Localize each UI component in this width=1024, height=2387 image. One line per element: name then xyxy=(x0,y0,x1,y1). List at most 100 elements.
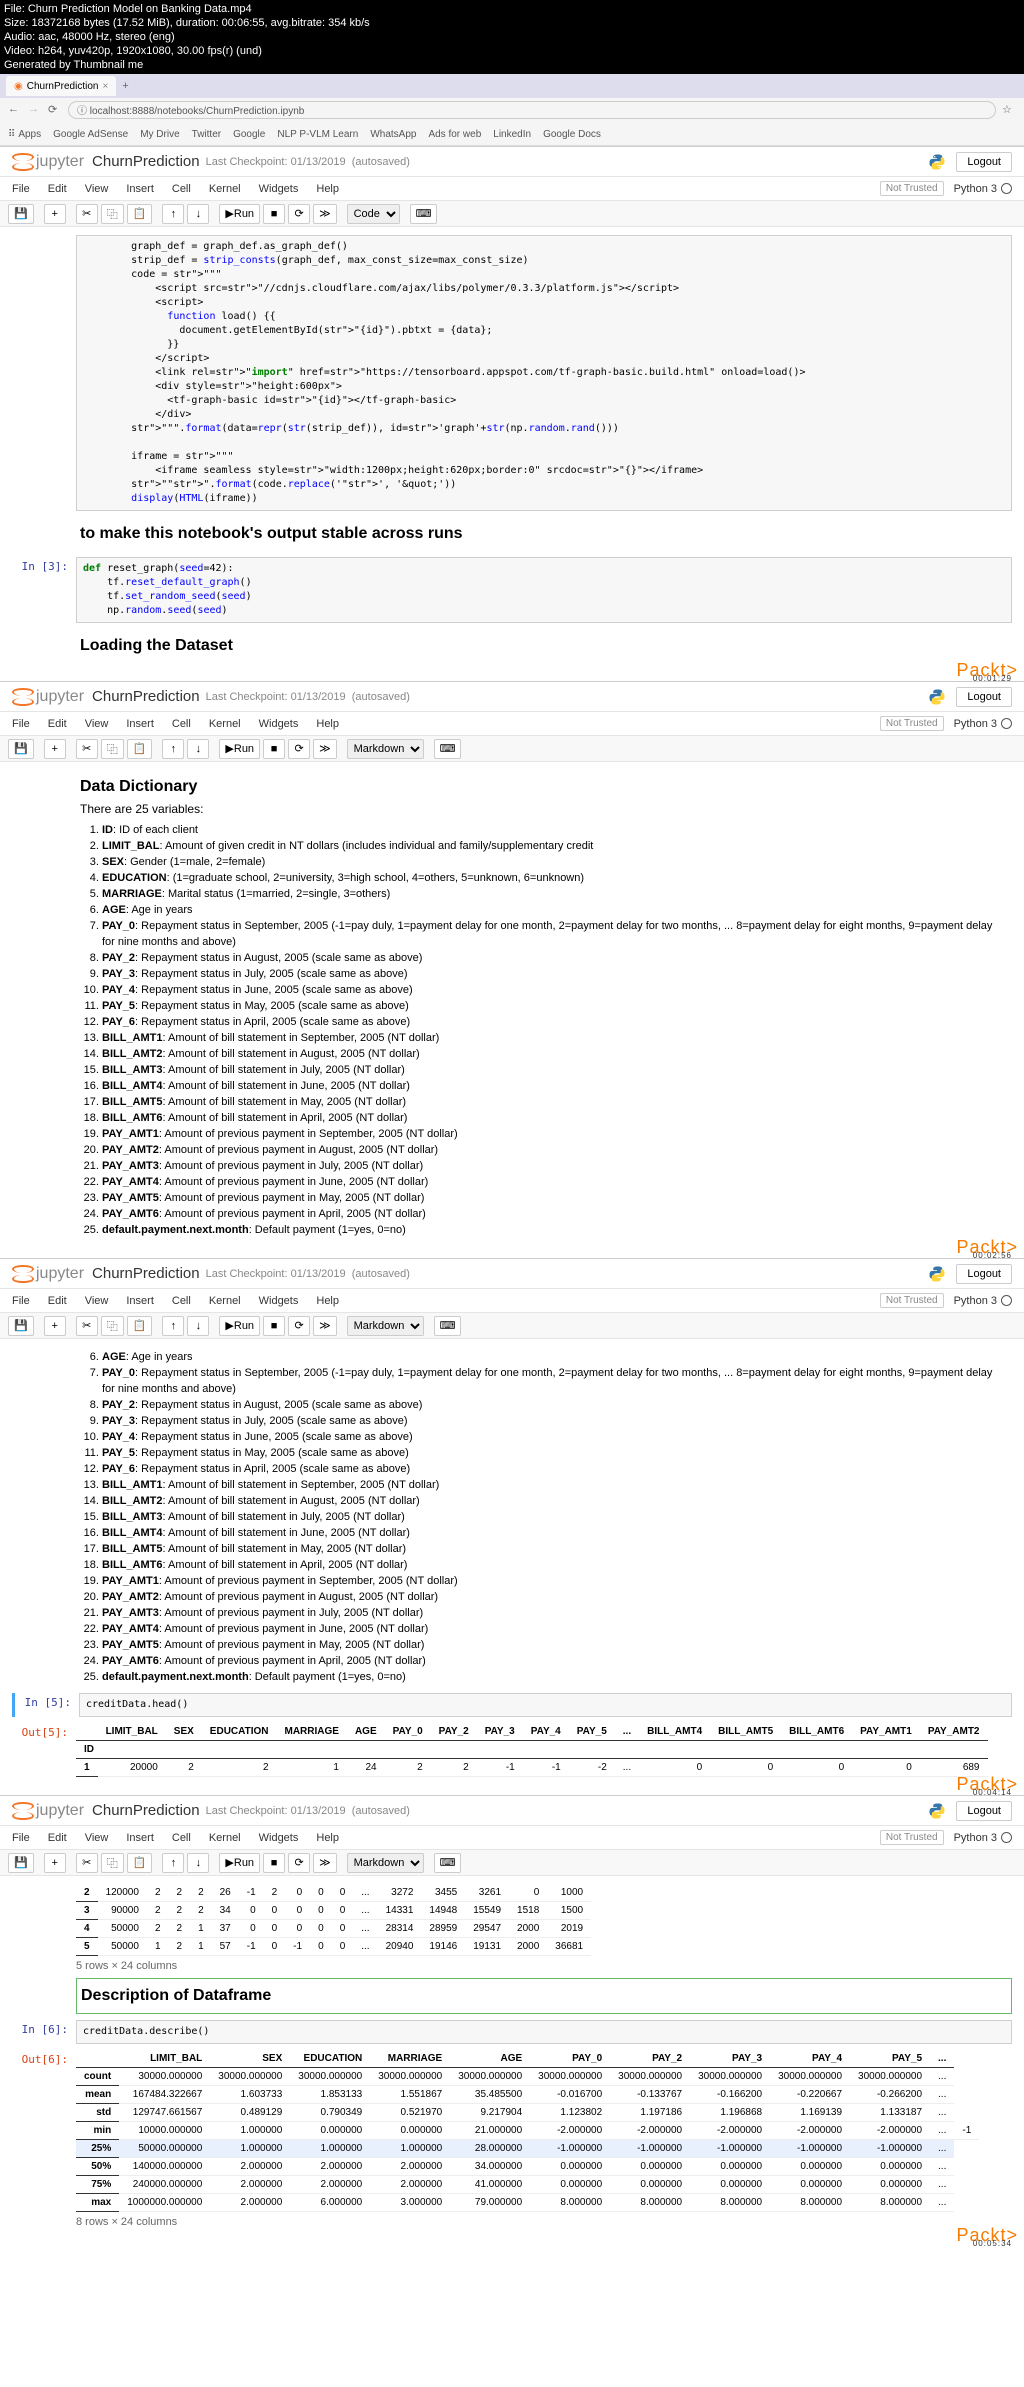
menu-file[interactable]: File xyxy=(12,183,30,195)
command-palette-button[interactable]: ⌨ xyxy=(434,739,462,759)
menu-kernel[interactable]: Kernel xyxy=(209,1295,241,1307)
restart-button[interactable]: ⟳ xyxy=(288,1853,310,1873)
menu-cell[interactable]: Cell xyxy=(172,718,191,730)
restart-run-button[interactable]: ≫ xyxy=(313,1853,337,1873)
code-content[interactable]: graph_def = graph_def.as_graph_def() str… xyxy=(76,235,1012,511)
stop-button[interactable]: ■ xyxy=(263,739,285,759)
run-button[interactable]: ▶ Run xyxy=(219,204,260,224)
cell-type-select[interactable]: Markdown xyxy=(347,1853,424,1873)
stop-button[interactable]: ■ xyxy=(263,1316,285,1336)
menu-widgets[interactable]: Widgets xyxy=(259,183,299,195)
menu-help[interactable]: Help xyxy=(316,718,339,730)
move-down-button[interactable]: ↓ xyxy=(187,739,209,759)
menu-cell[interactable]: Cell xyxy=(172,183,191,195)
jupyter-logo[interactable]: jupyter xyxy=(12,151,84,173)
new-tab-icon[interactable]: + xyxy=(116,80,134,92)
menu-edit[interactable]: Edit xyxy=(48,1832,67,1844)
kernel-indicator[interactable]: Python 3 xyxy=(954,1832,1012,1844)
bookmark-item[interactable]: My Drive xyxy=(140,129,179,140)
save-button[interactable]: 💾 xyxy=(8,204,34,224)
copy-button[interactable]: ⿻ xyxy=(101,1853,124,1873)
stop-button[interactable]: ■ xyxy=(263,1853,285,1873)
menu-file[interactable]: File xyxy=(12,718,30,730)
command-palette-button[interactable]: ⌨ xyxy=(410,204,438,224)
trust-indicator[interactable]: Not Trusted xyxy=(880,1830,944,1845)
star-icon[interactable]: ☆ xyxy=(1002,103,1016,117)
menu-cell[interactable]: Cell xyxy=(172,1832,191,1844)
add-cell-button[interactable]: + xyxy=(44,1316,66,1336)
add-cell-button[interactable]: + xyxy=(44,1853,66,1873)
bookmark-item[interactable]: NLP P-VLM Learn xyxy=(277,129,358,140)
reload-icon[interactable]: ⟳ xyxy=(48,103,62,117)
paste-button[interactable]: 📋 xyxy=(127,739,153,759)
menu-view[interactable]: View xyxy=(85,1295,109,1307)
bookmark-item[interactable]: Twitter xyxy=(192,129,221,140)
cut-button[interactable]: ✂ xyxy=(76,1853,98,1873)
cell-type-select[interactable]: Code xyxy=(347,204,400,224)
jupyter-logo[interactable]: jupyter xyxy=(12,1263,84,1285)
notebook-title[interactable]: ChurnPrediction xyxy=(92,1265,200,1282)
move-up-button[interactable]: ↑ xyxy=(162,739,184,759)
menu-widgets[interactable]: Widgets xyxy=(259,718,299,730)
code-cell[interactable]: graph_def = graph_def.as_graph_def() str… xyxy=(12,235,1012,511)
menu-help[interactable]: Help xyxy=(316,1832,339,1844)
trust-indicator[interactable]: Not Trusted xyxy=(880,181,944,196)
logout-button[interactable]: Logout xyxy=(956,1801,1012,1821)
bookmark-item[interactable]: LinkedIn xyxy=(493,129,531,140)
menu-kernel[interactable]: Kernel xyxy=(209,718,241,730)
run-button[interactable]: ▶ Run xyxy=(219,1316,260,1336)
url-input[interactable]: ⓘ localhost:8888/notebooks/ChurnPredicti… xyxy=(68,101,996,119)
code-content[interactable]: creditData.head() xyxy=(79,1693,1012,1717)
jupyter-logo[interactable]: jupyter xyxy=(12,686,84,708)
save-button[interactable]: 💾 xyxy=(8,1853,34,1873)
notebook-title[interactable]: ChurnPrediction xyxy=(92,688,200,705)
menu-help[interactable]: Help xyxy=(316,183,339,195)
move-down-button[interactable]: ↓ xyxy=(187,1853,209,1873)
restart-button[interactable]: ⟳ xyxy=(288,1316,310,1336)
add-cell-button[interactable]: + xyxy=(44,739,66,759)
close-tab-icon[interactable]: × xyxy=(102,81,108,92)
markdown-cell[interactable]: Data Dictionary There are 25 variables: … xyxy=(12,770,1012,1240)
code-cell[interactable]: In [3]: def reset_graph(seed=42): tf.res… xyxy=(12,557,1012,623)
code-cell[interactable]: In [5]: creditData.head() xyxy=(12,1693,1012,1717)
menu-edit[interactable]: Edit xyxy=(48,183,67,195)
menu-insert[interactable]: Insert xyxy=(126,1295,154,1307)
menu-edit[interactable]: Edit xyxy=(48,1295,67,1307)
menu-widgets[interactable]: Widgets xyxy=(259,1295,299,1307)
code-content[interactable]: def reset_graph(seed=42): tf.reset_defau… xyxy=(76,557,1012,623)
kernel-indicator[interactable]: Python 3 xyxy=(954,1295,1012,1307)
logout-button[interactable]: Logout xyxy=(956,687,1012,707)
markdown-cell[interactable]: to make this notebook's output stable ac… xyxy=(12,517,1012,551)
move-up-button[interactable]: ↑ xyxy=(162,1316,184,1336)
move-down-button[interactable]: ↓ xyxy=(187,204,209,224)
menu-kernel[interactable]: Kernel xyxy=(209,1832,241,1844)
restart-run-button[interactable]: ≫ xyxy=(313,1316,337,1336)
restart-run-button[interactable]: ≫ xyxy=(313,739,337,759)
menu-file[interactable]: File xyxy=(12,1295,30,1307)
menu-kernel[interactable]: Kernel xyxy=(209,183,241,195)
cell-type-select[interactable]: Markdown xyxy=(347,739,424,759)
move-down-button[interactable]: ↓ xyxy=(187,1316,209,1336)
markdown-cell[interactable]: Description of Dataframe xyxy=(12,1978,1012,2014)
restart-button[interactable]: ⟳ xyxy=(288,739,310,759)
markdown-cell[interactable]: Loading the Dataset xyxy=(12,629,1012,663)
restart-run-button[interactable]: ≫ xyxy=(313,204,337,224)
cut-button[interactable]: ✂ xyxy=(76,1316,98,1336)
copy-button[interactable]: ⿻ xyxy=(101,1316,124,1336)
markdown-cell[interactable]: AGE: Age in yearsPAY_0: Repayment status… xyxy=(12,1347,1012,1687)
menu-view[interactable]: View xyxy=(85,183,109,195)
browser-tab[interactable]: ◉ ChurnPrediction × xyxy=(6,76,116,96)
paste-button[interactable]: 📋 xyxy=(127,1316,153,1336)
bookmark-item[interactable]: Google AdSense xyxy=(53,129,128,140)
copy-button[interactable]: ⿻ xyxy=(101,204,124,224)
cut-button[interactable]: ✂ xyxy=(76,204,98,224)
move-up-button[interactable]: ↑ xyxy=(162,1853,184,1873)
menu-help[interactable]: Help xyxy=(316,1295,339,1307)
move-up-button[interactable]: ↑ xyxy=(162,204,184,224)
menu-file[interactable]: File xyxy=(12,1832,30,1844)
logout-button[interactable]: Logout xyxy=(956,1264,1012,1284)
paste-button[interactable]: 📋 xyxy=(127,204,153,224)
logout-button[interactable]: Logout xyxy=(956,152,1012,172)
menu-view[interactable]: View xyxy=(85,1832,109,1844)
jupyter-logo[interactable]: jupyter xyxy=(12,1800,84,1822)
